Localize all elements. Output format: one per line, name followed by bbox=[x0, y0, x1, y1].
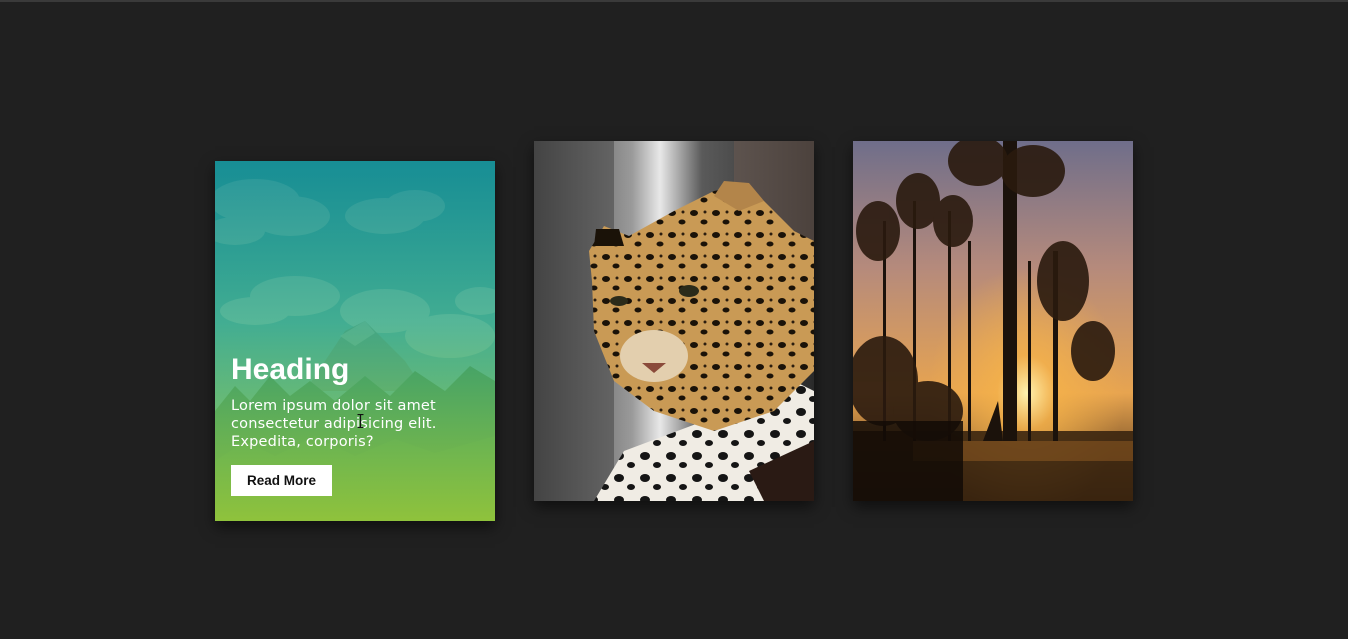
swamp-sunset-image bbox=[853, 141, 1133, 501]
card-2[interactable] bbox=[534, 141, 814, 501]
text-cursor-icon bbox=[357, 414, 364, 428]
card-3[interactable] bbox=[853, 141, 1133, 501]
read-more-button[interactable]: Read More bbox=[231, 465, 333, 496]
card-heading: Heading bbox=[231, 353, 350, 386]
leopard-image bbox=[534, 141, 814, 501]
card-1[interactable]: Heading Lorem ipsum dolor sit amet conse… bbox=[215, 161, 495, 521]
card-content: Heading Lorem ipsum dolor sit amet conse… bbox=[231, 351, 479, 496]
page-background: Heading Lorem ipsum dolor sit amet conse… bbox=[0, 0, 1348, 639]
card-description: Lorem ipsum dolor sit amet consectetur a… bbox=[231, 398, 437, 450]
